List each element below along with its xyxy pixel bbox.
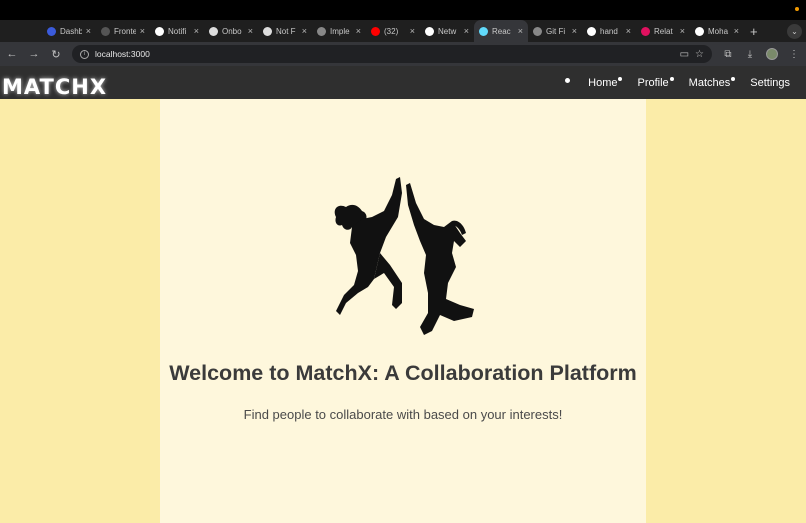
tab-close-icon[interactable]: ×	[248, 26, 253, 36]
tab-close-icon[interactable]: ×	[86, 26, 91, 36]
tab-search-icon[interactable]: ⌄	[787, 24, 802, 39]
tab-close-icon[interactable]: ×	[194, 26, 199, 36]
url-text[interactable]: localhost:3000	[95, 49, 674, 59]
nav-link-profile[interactable]: Profile	[637, 76, 674, 89]
nav-dot	[618, 76, 623, 81]
browser-tab[interactable]: (32) ×	[366, 20, 420, 42]
browser-tab[interactable]: Netw ×	[420, 20, 474, 42]
download-icon[interactable]: ⤓	[744, 49, 756, 60]
youtube-icon	[371, 26, 380, 36]
tab-close-icon[interactable]: ×	[518, 26, 523, 36]
browser-tab[interactable]: Onbo ×	[204, 20, 258, 42]
tab-title: Fronte	[114, 26, 136, 36]
browser-tab[interactable]: Imple ×	[312, 20, 366, 42]
system-top-strip	[0, 0, 806, 20]
cast-icon[interactable]: ▭	[680, 49, 689, 60]
nav-link-matches-label: Matches	[688, 76, 731, 89]
nav-link-settings[interactable]: Settings	[750, 77, 794, 89]
profile-avatar[interactable]	[766, 48, 778, 60]
browser-tab[interactable]: Relat ×	[636, 20, 690, 42]
menu-kebab-icon[interactable]: ⋮	[788, 49, 800, 60]
site-navbar: MATCHX Home Profile Matches Settings	[0, 66, 806, 99]
nav-link-home[interactable]: Home	[588, 76, 623, 89]
high-five-silhouette-image	[334, 177, 474, 335]
tab-close-icon[interactable]: ×	[734, 26, 739, 36]
tab-title: Git Fi	[546, 26, 566, 36]
tab-title: Imple	[330, 26, 350, 36]
browser-tab[interactable]: Moha ×	[690, 20, 744, 42]
browser-tab[interactable]: Dashb ×	[42, 20, 96, 42]
nav-dot	[669, 76, 674, 81]
new-tab-icon[interactable]: +	[750, 24, 758, 39]
tab-title: Moha	[708, 26, 729, 36]
tab-close-icon[interactable]: ×	[410, 26, 415, 36]
react-icon	[479, 26, 488, 36]
browser-tab[interactable]: Git Fi ×	[528, 20, 582, 42]
globe-icon	[533, 26, 542, 36]
tab-title: Not F	[276, 26, 296, 36]
nav-link-home-label: Home	[588, 76, 618, 89]
github-icon	[155, 26, 164, 36]
browser-tab[interactable]: Fronte ×	[96, 20, 150, 42]
tab-title: Dashb	[60, 26, 82, 36]
tab-close-icon[interactable]: ×	[464, 26, 469, 36]
nav-indicator-dot	[565, 78, 571, 83]
tab-title: hand	[600, 26, 618, 36]
github-icon	[695, 26, 704, 36]
shield-icon	[263, 26, 272, 36]
globe-icon	[317, 26, 326, 36]
extensions-icon[interactable]: ⧉	[722, 49, 734, 60]
main-panel: Welcome to MatchX: A Collaboration Platf…	[160, 99, 646, 523]
tab-title: Relat	[654, 26, 673, 36]
tab-title: Notifi	[168, 26, 187, 36]
tab-title: (32)	[384, 26, 399, 36]
tab-close-icon[interactable]: ×	[572, 26, 577, 36]
welcome-subtitle: Find people to collaborate with based on…	[243, 407, 563, 422]
tab-close-icon[interactable]: ×	[302, 26, 307, 36]
e-logo-icon	[101, 26, 110, 36]
nav-link-profile-label: Profile	[637, 76, 669, 89]
nav-link-settings-label: Settings	[750, 76, 790, 89]
back-icon[interactable]: ←	[6, 48, 18, 60]
tab-close-icon[interactable]: ×	[356, 26, 361, 36]
shield-icon	[209, 26, 218, 36]
reload-icon[interactable]: ↻	[50, 48, 62, 61]
page: MATCHX Home Profile Matches Settings Wel…	[0, 66, 806, 523]
nav-link-matches[interactable]: Matches	[688, 76, 736, 89]
recording-indicator	[795, 7, 799, 11]
tab-close-icon[interactable]: ×	[140, 26, 145, 36]
tab-title: Reac	[492, 26, 511, 36]
browser-tab[interactable]: Not F ×	[258, 20, 312, 42]
tab-title: Netw	[438, 26, 457, 36]
ruby-icon	[641, 26, 650, 36]
nav-dot	[731, 76, 736, 81]
github-icon	[425, 26, 434, 36]
tab-list: Dashb × Fronte × Notifi × Onbo × Not F × Imple × (32…	[42, 20, 744, 42]
browser-toolbar: ← → ↻ i localhost:3000 ▭ ☆ ⧉ ⤓ ⋮	[0, 42, 806, 66]
welcome-heading: Welcome to MatchX: A Collaboration Platf…	[169, 361, 637, 385]
browser-tab[interactable]: Reac ×	[474, 20, 528, 42]
google-icon	[587, 26, 596, 36]
browser-tab[interactable]: Notifi ×	[150, 20, 204, 42]
nav-links: Home Profile Matches Settings	[565, 76, 794, 89]
tab-title: Onbo	[222, 26, 242, 36]
site-info-icon[interactable]: i	[80, 49, 89, 59]
address-bar[interactable]: i localhost:3000 ▭ ☆	[72, 45, 712, 63]
tab-close-icon[interactable]: ×	[680, 26, 685, 36]
brand-logo[interactable]: MATCHX	[2, 75, 107, 99]
tab-bar: Dashb × Fronte × Notifi × Onbo × Not F × Imple × (32…	[0, 20, 806, 42]
tab-close-icon[interactable]: ×	[626, 26, 631, 36]
browser-tab[interactable]: hand ×	[582, 20, 636, 42]
e-logo-icon	[47, 26, 56, 36]
bookmark-star-icon[interactable]: ☆	[695, 49, 704, 60]
forward-icon[interactable]: →	[28, 48, 40, 60]
